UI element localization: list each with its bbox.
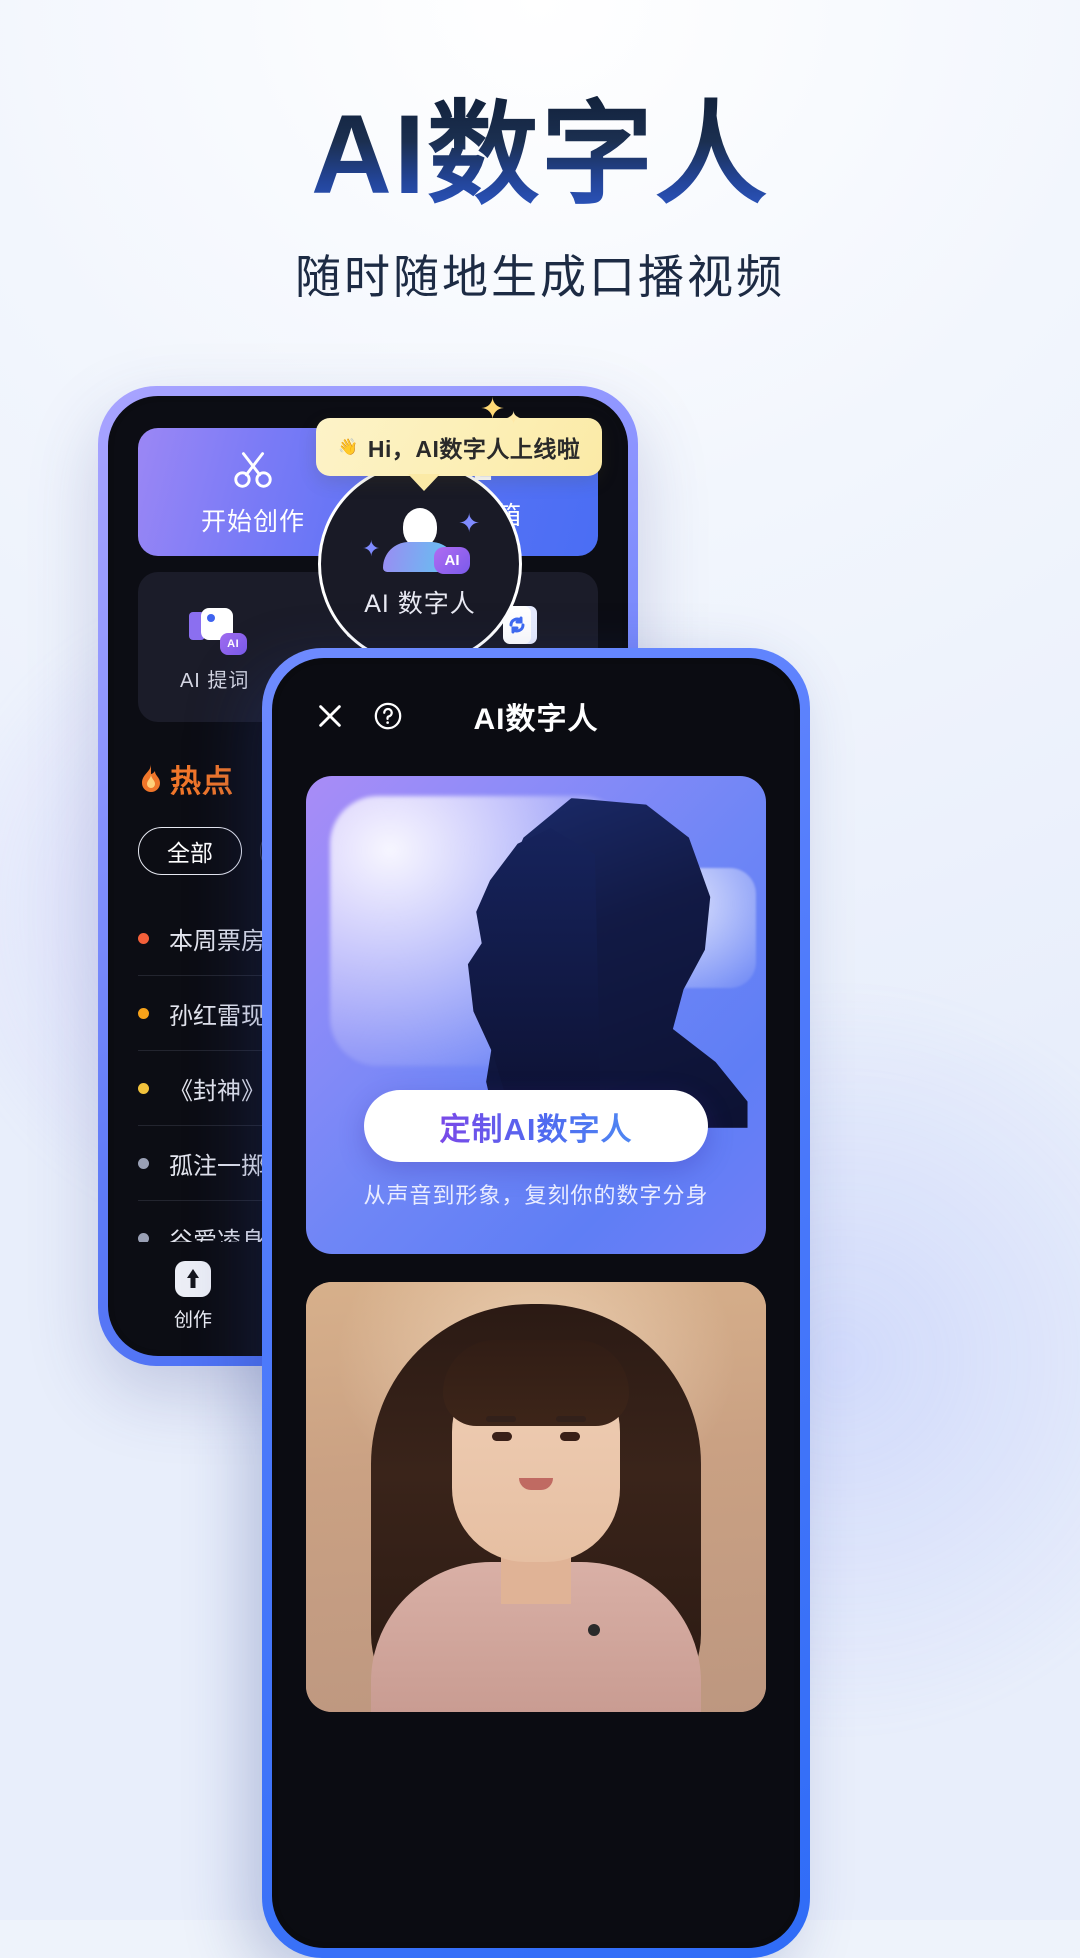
spotlight-label: AI 数字人 [364,590,476,618]
feature-label: AI 提词 [179,669,250,692]
phone2-screen: AI数字人 定制AI数字人 从声音到形象，复刻你的数字分身 [272,658,800,1948]
flame-icon [142,763,160,792]
sparkle-icon: ✦ [458,508,480,538]
lapel-microphone-icon [588,1624,600,1636]
home-icon [175,1260,211,1297]
presenter-video-card[interactable] [306,1282,766,1712]
promo-card[interactable]: 定制AI数字人 从声音到形象，复刻你的数字分身 [306,776,766,1254]
ai-avatar-icon: ✦ ✦ AI [362,508,480,574]
sparkle-decoration: ✦ ✦ [480,393,522,428]
tooltip-text: Hi，AI数字人上线啦 [367,436,581,462]
promo-caption: 从声音到形象，复刻你的数字分身 [363,1183,709,1208]
customize-digital-human-button[interactable]: 定制AI数字人 [364,1090,708,1162]
tab-create[interactable]: 创作 [174,1260,213,1332]
page-subtitle: 随时随地生成口播视频 [295,250,785,303]
chip-all[interactable]: 全部 [138,827,242,875]
tab-create-label: 创作 [174,1309,213,1331]
sparkle-icon: ✦ [362,536,381,561]
promo-stage: AI数字人 随时随地生成口播视频 开始创作 2 草稿箱 [0,0,1080,1958]
page-header: AI数字人 随时随地生成口播视频 [0,95,1080,307]
tab-hot-label: 热点 [170,764,234,799]
spotlight-ai-digital-human[interactable]: ✦ ✦ AI AI 数字人 [318,462,522,666]
phone-mockup-digital-human: AI数字人 定制AI数字人 从声音到形象，复刻你的数字分身 [262,648,810,1958]
bullet-dot [138,1007,149,1019]
bullet-dot [138,932,149,944]
phone2-title: AI数字人 [473,703,599,736]
close-icon[interactable] [308,694,352,738]
bullet-dot [138,1082,149,1094]
scissors-icon [234,452,272,488]
ai-badge: AI [434,547,470,574]
presenter-bangs [443,1340,629,1426]
phone2-top-bar: AI数字人 [278,664,794,768]
presenter-eye-left [492,1432,512,1441]
presenter-brow-left [486,1416,516,1422]
customize-button-label: 定制AI数字人 [440,1104,633,1149]
ai-badge: AI [219,632,247,655]
bullet-dot [138,1157,149,1169]
presenter-brow-right [556,1416,586,1422]
page-title: AI数字人 [0,95,1080,215]
onboarding-tooltip[interactable]: 👋 Hi，AI数字人上线啦 [316,418,603,491]
presenter-eye-right [560,1432,580,1441]
question-circle-icon[interactable] [366,694,410,738]
tab-hot[interactable]: 热点 [138,756,234,801]
wave-hand-icon: 👋 [338,439,358,456]
start-creating-label: 开始创作 [200,508,305,536]
ai-teleprompter-icon: AI [187,602,247,655]
